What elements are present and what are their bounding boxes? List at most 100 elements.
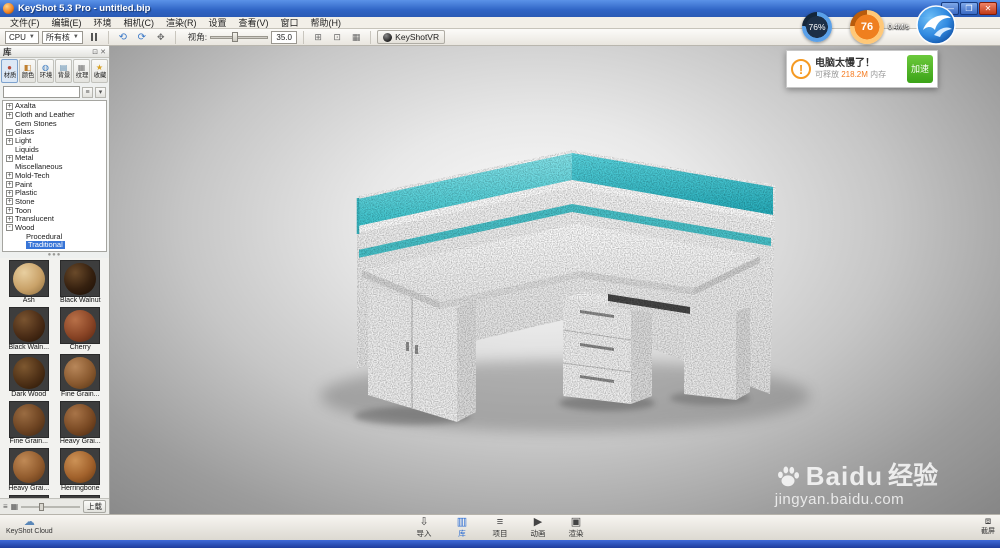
library-tab-label: 环境 — [39, 71, 52, 79]
gauge-memory[interactable]: 76% — [802, 12, 832, 42]
upload-button[interactable]: 上载 — [83, 500, 106, 513]
material-item[interactable]: Cherry — [56, 307, 106, 352]
bottom-button-label: 渲染 — [568, 529, 584, 538]
keyshot-cloud-button[interactable]: ☁ KeyShot Cloud — [6, 516, 53, 536]
gauge-speedball[interactable]: 76 — [850, 10, 884, 44]
redo-icon[interactable]: ⟳ — [134, 30, 150, 44]
screenshot-button[interactable]: ⧈ 截屏 — [981, 516, 995, 536]
panel-toggle-icon[interactable]: ⊡ — [329, 30, 345, 44]
pause-render-button[interactable] — [86, 30, 102, 44]
library-tab[interactable]: ◍ 环境 — [37, 59, 54, 83]
expander-icon[interactable]: + — [6, 102, 13, 110]
bottom-button-icon: ⇩ — [419, 516, 429, 528]
expander-icon[interactable]: + — [6, 111, 13, 119]
grid-toggle-icon[interactable]: ▦ — [348, 30, 364, 44]
menu-item[interactable]: 渲染(R) — [160, 17, 203, 29]
filter-icon[interactable]: ≡ — [82, 86, 93, 98]
material-label: Black Waln... — [8, 344, 50, 351]
fov-slider[interactable] — [210, 31, 269, 43]
tree-item[interactable]: + Stone — [3, 197, 106, 207]
bird-logo-icon[interactable] — [915, 4, 957, 46]
bottom-button[interactable]: ▶ 动画 — [522, 516, 554, 538]
maximize-button[interactable]: ❐ — [960, 2, 978, 15]
tree-item[interactable]: Traditional — [3, 241, 106, 250]
material-item[interactable]: Ash — [4, 260, 54, 305]
menu-item[interactable]: 窗口 — [275, 17, 305, 29]
material-label: Heavy Grai... — [59, 438, 101, 445]
expander-icon[interactable]: + — [6, 137, 13, 145]
material-item[interactable]: Fine Grain... — [56, 354, 106, 399]
screenshot-label: 截屏 — [981, 528, 995, 535]
material-item[interactable]: Black Waln... — [4, 307, 54, 352]
menu-item[interactable]: 帮助(H) — [305, 17, 348, 29]
sort-icon[interactable]: ▾ — [95, 86, 106, 98]
material-tile — [8, 260, 49, 297]
bottom-button[interactable]: ▣ 渲染 — [560, 516, 592, 538]
tree-item[interactable]: + Mold-Tech — [3, 170, 106, 181]
tree-item[interactable]: - Wood — [3, 223, 106, 233]
menu-item[interactable]: 查看(V) — [233, 17, 275, 29]
watermark-brand: Baidu — [805, 461, 883, 491]
material-sphere — [12, 450, 45, 483]
cleaner-overlay: 76% 76 0.4M/s — [802, 5, 957, 46]
keyshotvr-label: KeyShotVR — [395, 32, 440, 42]
boost-button[interactable]: 加速 — [907, 55, 933, 83]
realtime-viewport[interactable]: Baidu 经验 jingyan.baidu.com — [110, 46, 1000, 514]
material-item[interactable]: Herringbone — [56, 448, 106, 493]
material-label: Herringbone — [60, 485, 100, 492]
menu-item[interactable]: 相机(C) — [118, 17, 161, 29]
menu-item[interactable]: 环境 — [88, 17, 118, 29]
expander-icon[interactable]: + — [6, 154, 13, 162]
cores-label: 所有核 — [45, 32, 70, 42]
library-tab-icon: ★ — [95, 62, 104, 72]
tree-item-label: Mold-Tech — [15, 170, 50, 180]
desk-render — [320, 150, 810, 432]
expander-icon[interactable]: - — [6, 224, 13, 232]
thumbnail-size-slider[interactable] — [21, 502, 80, 512]
library-tab[interactable]: ● 材质 — [1, 59, 18, 83]
material-item[interactable]: Black Walnut — [56, 260, 106, 305]
expander-icon[interactable]: + — [6, 215, 13, 223]
material-item[interactable]: Heavy Grai... — [56, 401, 106, 446]
material-item[interactable]: Fine Grain... — [4, 401, 54, 446]
close-button[interactable]: ✕ — [979, 2, 997, 15]
releasable-memory-value: 218.2M — [841, 70, 868, 79]
expander-icon[interactable]: + — [6, 207, 13, 215]
expander-icon[interactable]: + — [6, 198, 13, 206]
list-view-icon[interactable]: ≡ — [3, 502, 8, 512]
grid-view-icon[interactable]: ▦ — [11, 502, 19, 512]
undo-icon[interactable]: ⟲ — [115, 30, 131, 44]
material-sphere — [12, 356, 45, 389]
move-tool-icon[interactable]: ✥ — [153, 30, 169, 44]
keyshotvr-button[interactable]: KeyShotVR — [377, 30, 446, 44]
library-tab[interactable]: ▦ 纹理 — [73, 59, 90, 83]
library-tab[interactable]: ★ 收藏 — [91, 59, 108, 83]
bottom-button-label: 动画 — [530, 529, 546, 538]
menu-item[interactable]: 文件(F) — [4, 17, 46, 29]
screen-toggle-icon[interactable]: ⊞ — [310, 30, 326, 44]
tree-item-label: Traditional — [26, 240, 65, 250]
expander-icon[interactable]: + — [6, 128, 13, 136]
menu-item[interactable]: 编辑(E) — [46, 17, 88, 29]
float-panel-icon[interactable]: ⊡ — [92, 48, 98, 56]
expander-icon[interactable]: + — [6, 189, 13, 197]
library-tab[interactable]: ◧ 颜色 — [19, 59, 36, 83]
windows-taskbar[interactable] — [0, 540, 1000, 548]
library-title: 库 — [3, 46, 12, 57]
menu-item[interactable]: 设置 — [203, 17, 233, 29]
fov-value-field[interactable]: 35.0 — [271, 30, 298, 44]
close-panel-icon[interactable]: ✕ — [100, 48, 106, 56]
bottom-button[interactable]: ⇩ 导入 — [408, 516, 440, 538]
material-item[interactable]: Heavy Grai... — [4, 448, 54, 493]
cpu-mode-select[interactable]: CPU ▼ — [5, 30, 39, 44]
bottom-button[interactable]: ▥ 库 — [446, 516, 478, 538]
expander-icon[interactable]: + — [6, 172, 13, 180]
cores-select[interactable]: 所有核 ▼ — [41, 30, 83, 44]
material-label: Cherry — [69, 344, 91, 351]
library-tab[interactable]: ▤ 背景 — [55, 59, 72, 83]
search-input[interactable] — [3, 86, 80, 98]
material-item[interactable]: Dark Wood — [4, 354, 54, 399]
bottom-button[interactable]: ≡ 项目 — [484, 516, 516, 538]
expander-icon[interactable]: + — [6, 181, 13, 189]
material-tile — [8, 354, 49, 391]
